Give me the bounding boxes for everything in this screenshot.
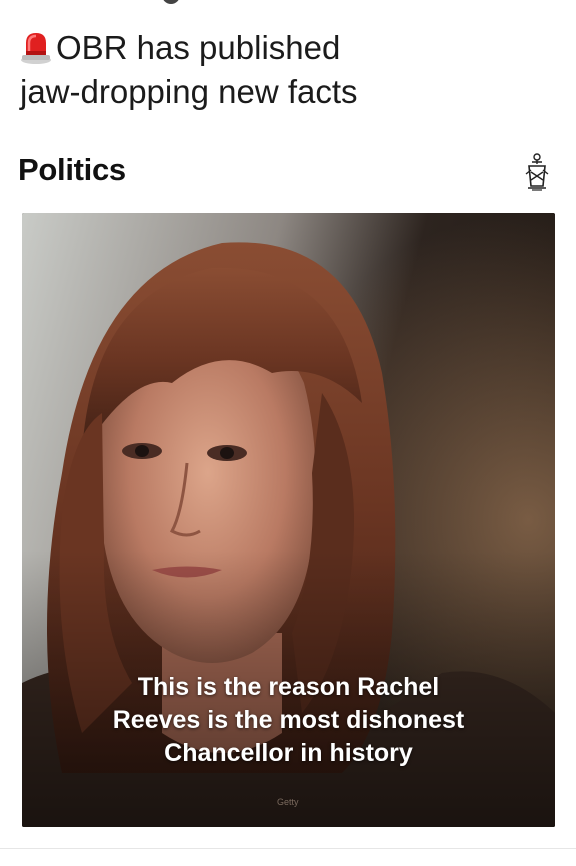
circle-icon (162, 0, 180, 4)
feed-page: OBR has published jaw-dropping new facts… (0, 0, 576, 866)
caption-line-2: Reeves is the most dishonest (112, 706, 465, 734)
caption-line-3: Chancellor in history (164, 739, 413, 767)
caption-line-1: This is the reason Rachel (137, 673, 440, 701)
status-fragment (100, 0, 200, 8)
image-caption: This is the reason Rachel Reeves is the … (22, 671, 555, 770)
headline-line-1: OBR has published (56, 29, 341, 66)
divider (0, 848, 576, 849)
article-image-card[interactable]: This is the reason Rachel Reeves is the … (22, 213, 555, 827)
siren-emoji-icon (21, 33, 51, 64)
section-header: Politics (18, 148, 558, 198)
section-title[interactable]: Politics (18, 152, 126, 188)
article-headline[interactable]: OBR has published jaw-dropping new facts (20, 26, 540, 114)
image-credit: Getty (277, 797, 299, 807)
publisher-crest-icon[interactable] (522, 152, 552, 192)
headline-line-2: jaw-dropping new facts (20, 73, 358, 110)
